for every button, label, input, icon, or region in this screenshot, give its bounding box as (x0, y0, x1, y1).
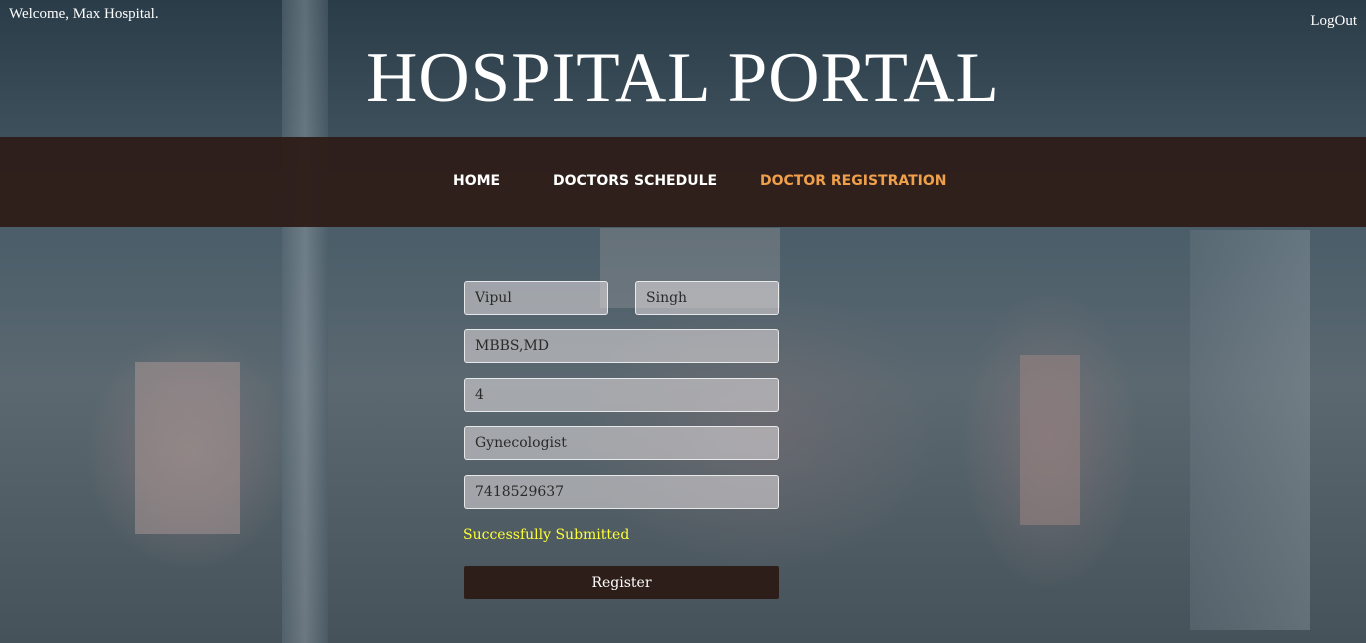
last-name-field[interactable] (635, 281, 779, 315)
success-message: Successfully Submitted (463, 527, 630, 543)
experience-field[interactable] (464, 378, 779, 412)
phone-field[interactable] (464, 475, 779, 509)
nav-item-doctors-schedule[interactable]: DOCTORS SCHEDULE (553, 173, 717, 189)
register-button[interactable]: Register (464, 566, 779, 599)
first-name-field[interactable] (464, 281, 608, 315)
corridor-window-graphic (1020, 355, 1080, 525)
nav-item-home[interactable]: HOME (453, 173, 500, 189)
specialization-field[interactable] (464, 426, 779, 460)
corridor-window-graphic (135, 362, 240, 534)
corridor-door-graphic (1190, 230, 1310, 630)
welcome-message: Welcome, Max Hospital. (9, 6, 159, 22)
main-navbar: HOME DOCTORS SCHEDULE DOCTOR REGISTRATIO… (0, 137, 1366, 227)
qualification-field[interactable] (464, 329, 779, 363)
logout-link[interactable]: LogOut (1310, 13, 1357, 30)
nav-item-doctor-registration[interactable]: DOCTOR REGISTRATION (760, 173, 946, 189)
page-title: HOSPITAL PORTAL (366, 39, 1000, 117)
